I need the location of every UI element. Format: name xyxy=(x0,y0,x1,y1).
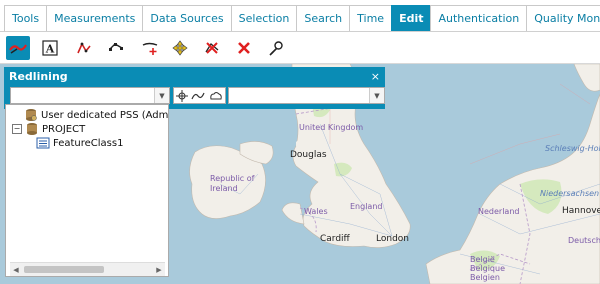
redlining-draw-tools xyxy=(173,87,226,104)
database-icon xyxy=(26,109,37,121)
redlining-panel: Redlining × ▼ ▼ xyxy=(4,67,385,109)
map-label-niedersachsen: Niedersachsen xyxy=(540,189,600,198)
map-label-deutschland: Deutsch xyxy=(568,236,600,245)
vertex-edit-icon[interactable] xyxy=(104,36,128,60)
tree-item-featureclass1[interactable]: FeatureClass1 xyxy=(36,137,123,149)
layer-tree-panel: User dedicated PSS (Admin − PROJECT Feat… xyxy=(5,104,169,277)
draw-point-icon[interactable] xyxy=(175,89,188,102)
split-line-icon[interactable] xyxy=(138,36,162,60)
polyline-icon[interactable] xyxy=(72,36,96,60)
map-label-belgie: België Belgique Belgien xyxy=(470,255,506,282)
tab-selection[interactable]: Selection xyxy=(230,5,298,31)
map-label-douglas: Douglas xyxy=(290,150,327,160)
map-label-nederland: Nederland xyxy=(478,207,520,216)
chevron-down-icon[interactable]: ▼ xyxy=(154,88,169,103)
tree-item-project[interactable]: − PROJECT xyxy=(12,122,85,136)
tree-item-user-pss[interactable]: User dedicated PSS (Admin xyxy=(24,108,169,122)
map-label-schleswig-holstein: Schleswig-Holst xyxy=(545,144,600,153)
map-label-united-kingdom: United Kingdom xyxy=(299,123,364,132)
tree-item-label: User dedicated PSS (Admin xyxy=(41,109,169,121)
scroll-right-icon[interactable]: ▶ xyxy=(153,263,165,276)
draw-polygon-icon[interactable] xyxy=(209,91,223,101)
tab-search[interactable]: Search xyxy=(296,5,351,31)
tab-tools[interactable]: Tools xyxy=(4,5,48,31)
move-feature-icon[interactable] xyxy=(168,36,192,60)
feature-class-icon xyxy=(36,137,50,149)
redlining-layer-select[interactable]: ▼ xyxy=(10,87,170,104)
text-annotation-icon[interactable]: A xyxy=(38,36,62,60)
tab-measurements[interactable]: Measurements xyxy=(46,5,144,31)
chevron-down-icon[interactable]: ▼ xyxy=(369,88,384,103)
tab-quality-monitor[interactable]: Quality Monitor xyxy=(526,5,600,31)
top-tab-bar: Tools Measurements Data Sources Selectio… xyxy=(0,0,600,32)
svg-text:A: A xyxy=(45,43,55,56)
tree-item-label: PROJECT xyxy=(42,123,86,135)
map-label-england: England xyxy=(350,202,383,211)
scroll-left-icon[interactable]: ◀ xyxy=(10,263,22,276)
tab-time[interactable]: Time xyxy=(349,5,393,31)
tree-item-label: FeatureClass1 xyxy=(53,137,124,149)
project-icon xyxy=(27,123,37,135)
tab-edit[interactable]: Edit xyxy=(391,5,432,31)
draw-line-icon[interactable] xyxy=(191,91,206,101)
close-icon[interactable]: × xyxy=(371,70,380,83)
redlining-style-select[interactable]: ▼ xyxy=(228,87,385,104)
delete-vertex-icon[interactable] xyxy=(200,36,224,60)
map-label-cardiff: Cardiff xyxy=(320,234,350,244)
map-label-republic-of-ireland: Republic of Ireland xyxy=(210,174,255,193)
redlining-title: Redlining xyxy=(9,70,68,83)
snapping-icon[interactable] xyxy=(264,36,288,60)
redline-pen-icon[interactable] xyxy=(6,36,30,60)
map-label-wales: Wales xyxy=(304,207,328,216)
horizontal-scrollbar[interactable]: ◀ ▶ xyxy=(10,262,165,276)
map-label-london: London xyxy=(376,234,409,244)
collapse-icon[interactable]: − xyxy=(12,124,22,134)
tab-data-sources[interactable]: Data Sources xyxy=(142,5,232,31)
scrollbar-thumb[interactable] xyxy=(24,266,104,273)
edit-toolbar: A xyxy=(0,32,600,64)
map-label-hannover: Hannover xyxy=(562,206,600,216)
delete-feature-icon[interactable] xyxy=(232,36,256,60)
tab-authentication[interactable]: Authentication xyxy=(430,5,528,31)
